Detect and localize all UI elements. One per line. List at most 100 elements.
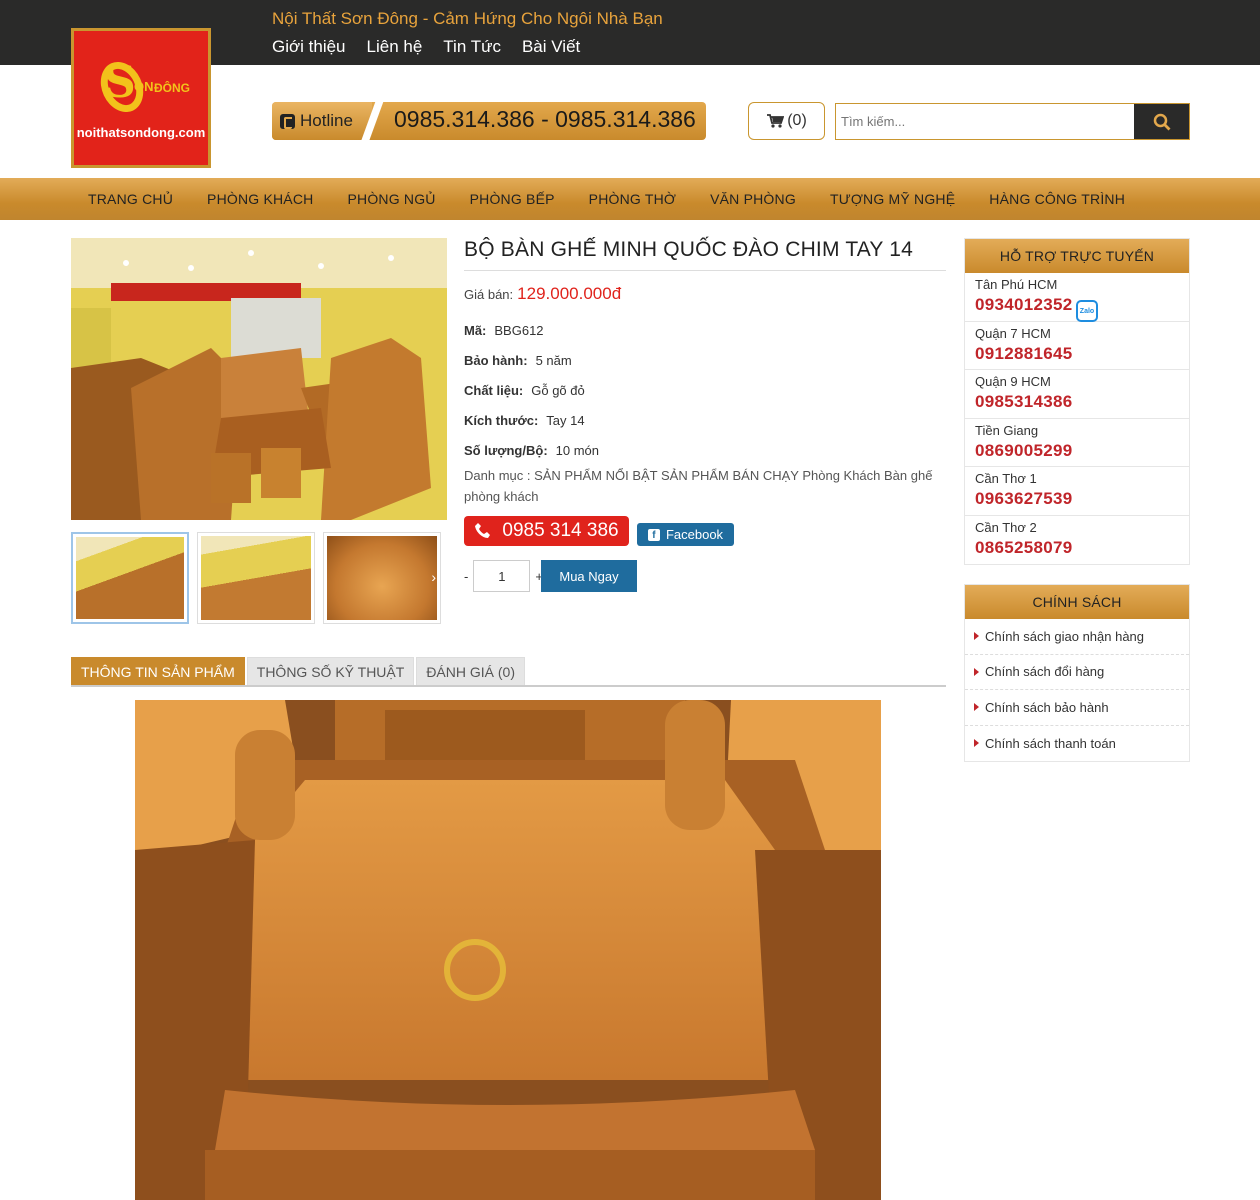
buy-now-button[interactable]: Mua Ngay <box>541 560 637 592</box>
policy-link-label: Chính sách bảo hành <box>985 699 1109 715</box>
attr-size: Kích thước: Tay 14 <box>464 413 585 428</box>
attr-key: Bảo hành: <box>464 353 528 368</box>
product-categories[interactable]: Danh mục : SẢN PHẨM NỔI BẬT SẢN PHẨM BÁN… <box>464 465 934 507</box>
policy-title: CHÍNH SÁCH <box>965 585 1189 619</box>
facebook-icon: f <box>647 528 660 541</box>
cart-count: (0) <box>787 112 807 129</box>
nav-trang-chu[interactable]: TRANG CHỦ <box>71 191 190 207</box>
policy-link[interactable]: Chính sách bảo hành <box>965 690 1189 726</box>
search-icon <box>1153 113 1170 130</box>
product-detail-image <box>135 700 881 1200</box>
top-link-lien-he[interactable]: Liên hệ <box>367 37 423 57</box>
support-region: Cần Thơ 2 <box>975 519 1037 535</box>
attr-value: Tay 14 <box>546 413 585 428</box>
product-price: 129.000.000đ <box>517 284 622 303</box>
logo-site: noithatsondong.com <box>76 125 206 140</box>
attr-key: Số lượng/Bộ: <box>464 443 548 458</box>
caret-right-icon <box>974 703 979 712</box>
top-link-bai-viet[interactable]: Bài Viết <box>522 37 580 57</box>
search-button[interactable] <box>1134 104 1189 139</box>
search-input[interactable] <box>836 104 1136 139</box>
tab-product-info[interactable]: THÔNG TIN SẢN PHẨM <box>71 657 245 686</box>
attr-value: 10 món <box>555 443 600 458</box>
site-logo[interactable]: S ON ĐÔNG noithatsondong.com <box>71 28 211 168</box>
product-main-image[interactable] <box>71 238 447 520</box>
caret-right-icon <box>974 667 979 676</box>
nav-tuong-my-nghe[interactable]: TƯỢNG MỸ NGHỆ <box>813 191 972 207</box>
title-divider <box>464 270 946 271</box>
call-button[interactable]: 0985 314 386 <box>464 516 629 546</box>
tab-reviews[interactable]: ĐÁNH GIÁ (0) <box>416 657 525 686</box>
thumbnail-3[interactable]: › <box>323 532 441 624</box>
product-title: BỘ BÀN GHẾ MINH QUỐC ĐÀO CHIM TAY 14 <box>464 238 914 261</box>
nav-phong-tho[interactable]: PHÒNG THỜ <box>572 191 693 207</box>
qty-input[interactable]: 1 <box>473 560 531 592</box>
chevron-right-icon[interactable]: › <box>431 569 436 585</box>
support-phone[interactable]: 0985314386 <box>975 392 1179 412</box>
caret-right-icon <box>974 632 979 641</box>
support-region: Tiền Giang <box>975 422 1039 438</box>
nav-phong-khach[interactable]: PHÒNG KHÁCH <box>190 191 330 207</box>
attr-value: 5 năm <box>535 353 572 368</box>
facebook-button[interactable]: f Facebook <box>637 523 734 546</box>
nav-hang-cong-trinh[interactable]: HÀNG CÔNG TRÌNH <box>972 191 1142 207</box>
price-label: Giá bán: <box>464 287 514 302</box>
support-phone[interactable]: 0869005299 <box>975 441 1179 461</box>
nav-phong-ngu[interactable]: PHÒNG NGỦ <box>330 191 452 207</box>
support-phone[interactable]: 0963627539 <box>975 489 1179 509</box>
thumbnail-2[interactable] <box>197 532 315 624</box>
policy-link-label: Chính sách đổi hàng <box>985 664 1105 680</box>
site-tagline: Nội Thất Sơn Đông - Cảm Hứng Cho Ngôi Nh… <box>272 9 663 28</box>
attr-key: Kích thước: <box>464 413 539 428</box>
attr-quantity: Số lượng/Bộ: 10 món <box>464 443 599 458</box>
cart-button[interactable]: (0) <box>748 102 825 140</box>
support-region: Tân Phú HCM <box>975 277 1058 292</box>
hotline-numbers: 0985.314.386 - 0985.314.386 <box>394 106 696 132</box>
nav-phong-bep[interactable]: PHÒNG BẾP <box>453 191 572 207</box>
support-item: Tân Phú HCM 0934012352 Zalo <box>965 273 1189 322</box>
quantity-stepper: - 1 + <box>464 560 543 592</box>
phone-icon <box>280 113 295 129</box>
top-nav: Giới thiệu Liên hệ Tin Tức Bài Viết <box>272 37 580 57</box>
policy-link-label: Chính sách giao nhận hàng <box>985 628 1145 644</box>
logo-dong: ĐÔNG <box>154 81 190 95</box>
support-phone[interactable]: 0912881645 <box>975 344 1179 364</box>
nav-van-phong[interactable]: VĂN PHÒNG <box>693 191 813 207</box>
product-price-row: Giá bán: 129.000.000đ <box>464 284 621 304</box>
chair-photo <box>135 700 881 1200</box>
product-thumbnails: › <box>71 532 441 624</box>
product-tabs: THÔNG TIN SẢN PHẨM THÔNG SỐ KỸ THUẬT ĐÁN… <box>71 657 525 686</box>
attr-material: Chất liệu: Gỗ gõ đỏ <box>464 383 585 398</box>
policy-link[interactable]: Chính sách thanh toán <box>965 726 1189 762</box>
zalo-icon[interactable]: Zalo <box>1076 300 1098 322</box>
support-panel: HỖ TRỢ TRỰC TUYẾN Tân Phú HCM 0934012352… <box>964 238 1190 565</box>
tab-specs[interactable]: THÔNG SỐ KỸ THUẬT <box>246 657 415 686</box>
support-item: Tiền Giang 0869005299 <box>965 419 1189 467</box>
logo-on: ON <box>134 79 154 94</box>
main-nav: TRANG CHỦ PHÒNG KHÁCH PHÒNG NGỦ PHÒNG BẾ… <box>0 178 1260 220</box>
hotline-label-box: Hotline <box>272 102 372 140</box>
policy-link[interactable]: Chính sách giao nhận hàng <box>965 619 1189 655</box>
attr-warranty: Bảo hành: 5 năm <box>464 353 572 368</box>
call-button-label: 0985 314 386 <box>502 520 619 541</box>
attr-value: BBG612 <box>494 323 544 338</box>
qty-minus-button[interactable]: - <box>464 569 468 584</box>
support-item: Quận 9 HCM 0985314386 <box>965 370 1189 419</box>
support-phone[interactable]: 0865258079 <box>975 538 1179 558</box>
top-link-tin-tuc[interactable]: Tin Tức <box>443 37 501 57</box>
hotline-banner[interactable]: Hotline 0985.314.386 - 0985.314.386 <box>272 102 706 140</box>
attr-key: Mã: <box>464 323 487 338</box>
support-region: Quận 9 HCM <box>975 374 1051 389</box>
top-link-gioi-thieu[interactable]: Giới thiệu <box>272 37 346 57</box>
policy-link[interactable]: Chính sách đổi hàng <box>965 655 1189 690</box>
search-box <box>835 103 1190 140</box>
support-region: Quận 7 HCM <box>975 325 1051 341</box>
attr-key: Chất liệu: <box>464 383 524 398</box>
caret-right-icon <box>974 739 979 748</box>
policy-link-label: Chính sách thanh toán <box>985 735 1116 751</box>
showroom-photo <box>71 238 447 520</box>
cart-icon <box>767 114 785 128</box>
support-item: Cần Thơ 2 0865258079 <box>965 516 1189 565</box>
support-item: Quận 7 HCM 0912881645 <box>965 322 1189 370</box>
thumbnail-1[interactable] <box>71 532 189 624</box>
